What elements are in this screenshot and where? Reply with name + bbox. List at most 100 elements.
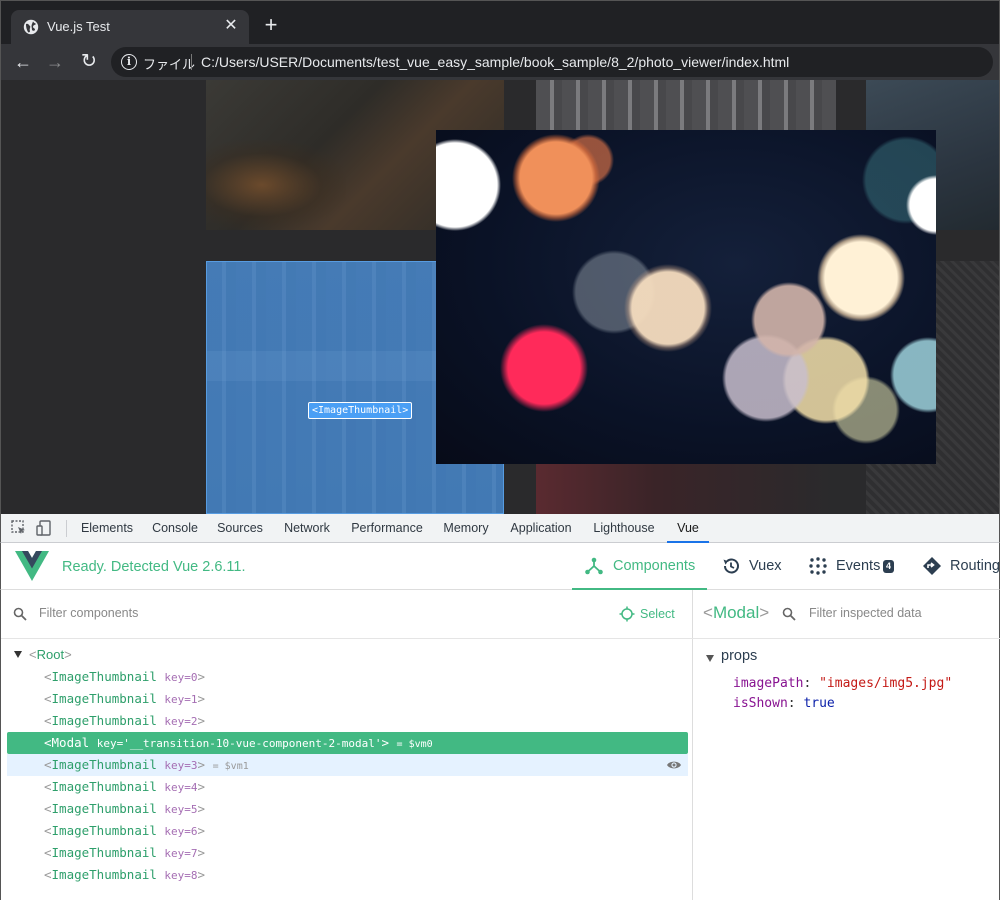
filter-inspected-data-input[interactable]	[809, 606, 989, 620]
new-tab-button[interactable]: +	[259, 14, 283, 38]
tree-row[interactable]: <ImageThumbnail key=2>	[7, 710, 688, 732]
prop-key: imagePath	[733, 676, 804, 691]
forward-button[interactable]: →	[43, 50, 67, 74]
component-key: key=7	[164, 847, 198, 860]
component-name: ImageThumbnail	[51, 713, 157, 728]
tab-performance[interactable]: Performance	[345, 514, 429, 543]
tab-console[interactable]: Console	[147, 514, 203, 543]
tab-events-label: Events	[836, 558, 881, 574]
globe-icon	[23, 19, 39, 35]
select-component-button[interactable]: Select	[619, 605, 679, 625]
component-key: key=2	[164, 715, 198, 728]
browser-toolbar: ← → ↻ i ファイル C:/Users/USER/Documents/tes…	[0, 44, 1000, 80]
vm-ref: = $vm1	[212, 761, 249, 772]
tree-icon	[585, 557, 603, 575]
component-name: ImageThumbnail	[51, 757, 157, 772]
tree-row-root[interactable]: <Root>	[7, 644, 688, 666]
tab-network[interactable]: Network	[277, 514, 337, 543]
component-key: key=5	[164, 803, 198, 816]
tree-row[interactable]: <ImageThumbnail key=5>	[7, 798, 688, 820]
eye-icon[interactable]	[666, 758, 682, 772]
component-name: Modal	[51, 735, 90, 750]
vue-logo-icon	[15, 551, 49, 581]
scheme-label: ファイル	[143, 58, 196, 73]
filter-components-input[interactable]	[39, 606, 439, 620]
address-bar[interactable]: i ファイル C:/Users/USER/Documents/test_vue_…	[111, 47, 993, 77]
components-pane: Select <Root> <ImageThumbnail key=0> <Im…	[0, 590, 693, 900]
vue-devtools-header: Ready. Detected Vue 2.6.11. Components V…	[0, 543, 1000, 590]
reload-button[interactable]: ↻	[77, 50, 101, 74]
image-thumbnail[interactable]	[536, 80, 836, 130]
page-viewport: <ImageThumbnail>	[0, 80, 1000, 514]
events-count-badge: 4	[883, 560, 894, 573]
tree-row[interactable]: <ImageThumbnail key=4>	[7, 776, 688, 798]
inspector-pane: <Modal> props imagePath: "images/img5.jp…	[693, 590, 1000, 900]
component-key: key=0	[164, 671, 198, 684]
browser-tab-strip: Vue.js Test ✕ +	[0, 0, 1000, 45]
prop-value: "images/img5.jpg"	[819, 676, 953, 691]
component-key: key=3	[164, 759, 198, 772]
component-name: ImageThumbnail	[51, 779, 157, 794]
modal-image[interactable]	[436, 130, 936, 464]
tab-components[interactable]: Components	[572, 543, 707, 590]
dots-icon	[809, 557, 827, 575]
tree-row-selected[interactable]: <Modal key='__transition-10-vue-componen…	[7, 732, 688, 754]
tab-vue[interactable]: Vue	[667, 514, 709, 543]
tab-elements[interactable]: Elements	[71, 514, 143, 543]
back-button[interactable]: ←	[11, 50, 35, 74]
device-toolbar-icon[interactable]	[36, 519, 54, 537]
component-key: key=1	[164, 693, 198, 706]
tree-row[interactable]: <ImageThumbnail key=6>	[7, 820, 688, 842]
inspector-header: <Modal>	[693, 590, 1000, 639]
select-label: Select	[640, 607, 675, 621]
tree-row[interactable]: <ImageThumbnail key=7>	[7, 842, 688, 864]
target-icon	[619, 606, 635, 622]
component-name: ImageThumbnail	[51, 845, 157, 860]
components-filter-bar: Select	[1, 590, 693, 639]
tab-events[interactable]: Events 4	[808, 543, 906, 590]
tab-sources[interactable]: Sources	[211, 514, 269, 543]
tree-row[interactable]: <ImageThumbnail key=1>	[7, 688, 688, 710]
component-key: key='__transition-10-vue-component-2-mod…	[96, 737, 382, 750]
inspect-element-icon[interactable]	[10, 519, 28, 537]
inspected-component-name: <Modal>	[703, 603, 770, 622]
tab-lighthouse[interactable]: Lighthouse	[587, 514, 661, 543]
prop-value: true	[803, 696, 835, 711]
component-name: ImageThumbnail	[51, 823, 157, 838]
tab-components-label: Components	[613, 558, 696, 574]
component-key: key=6	[164, 825, 198, 838]
tab-vuex[interactable]: Vuex	[721, 543, 791, 590]
component-highlight-label: <ImageThumbnail>	[308, 402, 413, 419]
tab-routing[interactable]: Routing	[922, 543, 1000, 590]
prop-row[interactable]: imagePath: "images/img5.jpg"	[733, 676, 952, 691]
tree-row-hovered[interactable]: <ImageThumbnail key=3> = $vm1	[7, 754, 688, 776]
component-name: ImageThumbnail	[51, 867, 157, 882]
signpost-icon	[923, 557, 941, 575]
collapse-arrow-icon[interactable]	[14, 651, 22, 658]
root-name: Root	[36, 647, 65, 662]
props-section-label[interactable]: props	[721, 648, 757, 664]
component-key: key=4	[164, 781, 198, 794]
history-icon	[723, 558, 739, 574]
browser-tab[interactable]: Vue.js Test ✕	[11, 10, 249, 45]
tree-row[interactable]: <ImageThumbnail key=8>	[7, 864, 688, 886]
vm-ref: = $vm0	[396, 739, 433, 750]
prop-key: isShown	[733, 696, 788, 711]
tab-application[interactable]: Application	[503, 514, 579, 543]
search-icon	[13, 607, 27, 621]
tab-title: Vue.js Test	[47, 19, 110, 34]
devtools-tabbar: Elements Console Sources Network Perform…	[0, 514, 1000, 543]
url-text[interactable]: C:/Users/USER/Documents/test_vue_easy_sa…	[201, 54, 789, 70]
image-thumbnail[interactable]	[536, 461, 836, 514]
tree-row[interactable]: <ImageThumbnail key=0>	[7, 666, 688, 688]
tab-memory[interactable]: Memory	[437, 514, 495, 543]
component-name: ImageThumbnail	[51, 669, 157, 684]
search-icon	[782, 607, 796, 621]
info-icon[interactable]: i	[121, 54, 137, 70]
collapse-arrow-icon[interactable]	[706, 655, 714, 662]
tab-vuex-label: Vuex	[749, 558, 782, 574]
component-name: ImageThumbnail	[51, 801, 157, 816]
address-separator	[191, 54, 192, 70]
tab-close-icon[interactable]: ✕	[221, 16, 241, 36]
prop-row[interactable]: isShown: true	[733, 696, 835, 711]
